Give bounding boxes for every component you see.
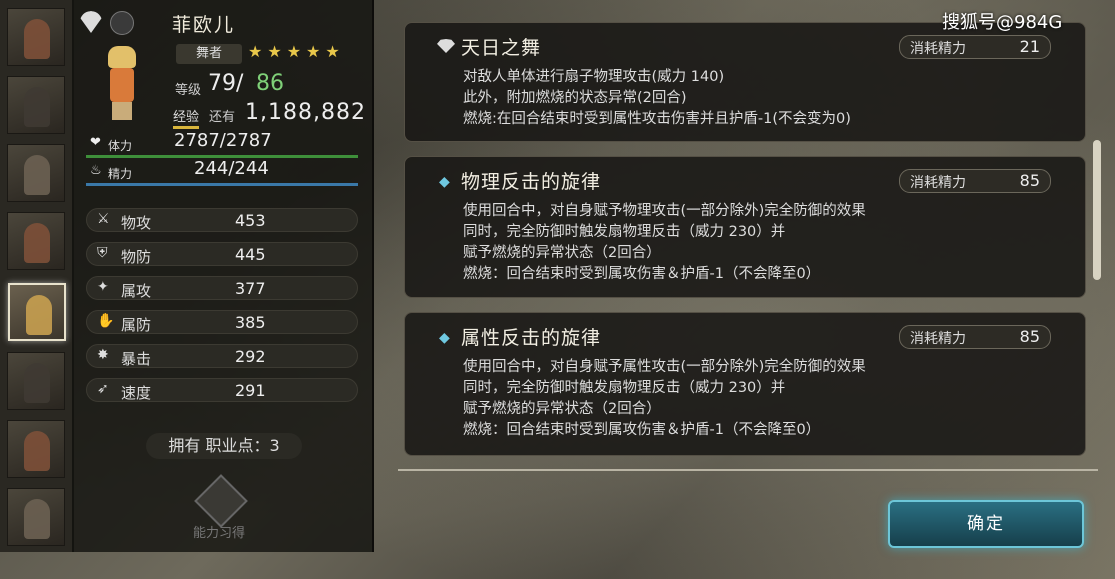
- exp-label: 经验: [173, 106, 200, 129]
- level-max: 86: [256, 71, 284, 96]
- diamond-icon: ◆: [439, 330, 450, 346]
- party-portrait-list: [0, 0, 74, 552]
- sp-cost-badge: 消耗精力 85: [899, 325, 1051, 349]
- flame-icon: ♨: [90, 163, 102, 178]
- skill-name: 天日之舞: [461, 37, 542, 59]
- exp-value: 1,188,882: [245, 100, 366, 125]
- fan-icon: [437, 39, 455, 53]
- rarity-stars: ★★★★★: [248, 42, 345, 61]
- stat-value: 291: [235, 381, 266, 400]
- skill-card[interactable]: 天日之舞 消耗精力 21 对敌人单体进行扇子物理攻击(威力 140) 此外，附加…: [404, 22, 1086, 142]
- sp-bar: [86, 183, 358, 186]
- stat-label: 属防: [121, 316, 152, 334]
- hp-value: 2787/2787: [174, 130, 272, 151]
- character-name: 菲欧儿: [172, 14, 236, 36]
- sword-icon: ⚔: [97, 211, 110, 227]
- cost-value: 85: [1019, 327, 1040, 346]
- cost-value: 21: [1019, 37, 1040, 56]
- cost-label: 消耗精力: [910, 41, 966, 57]
- diamond-icon: ◆: [439, 174, 450, 190]
- stat-value: 445: [235, 245, 266, 264]
- stat-label: 属攻: [121, 282, 152, 300]
- ability-learn-button[interactable]: 能力习得: [184, 474, 254, 542]
- fan-weapon-icon: [80, 11, 102, 33]
- sp-cost-badge: 消耗精力 21: [899, 35, 1051, 59]
- stat-value: 453: [235, 211, 266, 230]
- boot-icon: ➶: [97, 381, 109, 397]
- element-orb-icon: [110, 11, 134, 35]
- heart-icon: ❤: [90, 135, 101, 150]
- stat-label: 暴击: [121, 350, 152, 368]
- stat-value: 377: [235, 279, 266, 298]
- stat-row: ✦ 属攻 377: [86, 276, 358, 300]
- cost-label: 消耗精力: [910, 331, 966, 347]
- stat-row: ✸ 暴击 292: [86, 344, 358, 368]
- level-current: 79/: [208, 71, 244, 96]
- stat-row: ⚔ 物攻 453: [86, 208, 358, 232]
- skill-description: 使用回合中，对自身赋予属性攻击(一部分除外)完全防御的效果 同时，完全防御时触发…: [463, 359, 866, 438]
- skill-card[interactable]: ◆ 属性反击的旋律 消耗精力 85 使用回合中，对自身赋予属性攻击(一部分除外)…: [404, 312, 1086, 456]
- sp-value: 244/244: [194, 158, 269, 179]
- skill-name: 物理反击的旋律: [461, 171, 602, 193]
- stat-value: 385: [235, 313, 266, 332]
- shield-icon: ⛨: [97, 245, 108, 261]
- character-stats-panel: 菲欧儿 舞者 ★★★★★ 等级 79/ 86 经验 还有 1,188,882 ❤…: [72, 0, 374, 552]
- party-portrait-selected[interactable]: [8, 283, 66, 341]
- party-portrait[interactable]: [7, 488, 65, 546]
- stat-label: 物防: [121, 248, 152, 266]
- job-tag: 舞者: [176, 44, 242, 64]
- skill-description: 对敌人单体进行扇子物理攻击(威力 140) 此外，附加燃烧的状态异常(2回合) …: [463, 69, 851, 127]
- party-portrait[interactable]: [7, 76, 65, 134]
- cost-value: 85: [1019, 171, 1040, 190]
- party-portrait[interactable]: [7, 212, 65, 270]
- party-portrait[interactable]: [7, 352, 65, 410]
- stat-row: ⛨ 物防 445: [86, 242, 358, 266]
- stat-value: 292: [235, 347, 266, 366]
- party-portrait[interactable]: [7, 420, 65, 478]
- party-portrait[interactable]: [7, 144, 65, 202]
- ability-learn-label: 能力习得: [192, 526, 245, 541]
- magic-icon: ✦: [97, 279, 109, 295]
- ward-icon: ✋: [97, 313, 115, 329]
- stat-row: ✋ 属防 385: [86, 310, 358, 334]
- watermark: 搜狐号@984G: [942, 12, 1063, 33]
- ability-grid-icon: [194, 474, 248, 528]
- skill-card[interactable]: ◆ 物理反击的旋律 消耗精力 85 使用回合中，对自身赋予物理攻击(一部分除外)…: [404, 156, 1086, 298]
- confirm-button[interactable]: 确定: [888, 500, 1084, 548]
- character-sprite: [98, 46, 146, 122]
- exp-remaining-label: 还有: [209, 110, 236, 125]
- scrollbar[interactable]: [1093, 140, 1101, 280]
- stat-row: ➶ 速度 291: [86, 378, 358, 402]
- hp-label: 体力: [108, 139, 133, 153]
- sp-label: 精力: [108, 167, 133, 181]
- party-portrait[interactable]: [7, 8, 65, 66]
- sp-cost-badge: 消耗精力 85: [899, 169, 1051, 193]
- skill-name: 属性反击的旋律: [461, 327, 602, 349]
- stat-label: 物攻: [121, 214, 152, 232]
- job-points: 拥有 职业点：3: [146, 433, 302, 459]
- skill-description: 使用回合中，对自身赋予物理攻击(一部分除外)完全防御的效果 同时，完全防御时触发…: [463, 203, 866, 282]
- cost-label: 消耗精力: [910, 175, 966, 191]
- level-label: 等级: [175, 83, 202, 98]
- crit-icon: ✸: [97, 347, 109, 363]
- divider: [398, 469, 1098, 471]
- stat-label: 速度: [121, 384, 152, 402]
